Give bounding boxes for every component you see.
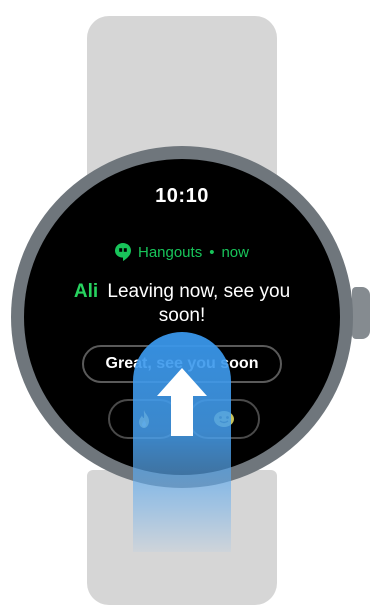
clock-time: 10:10	[155, 185, 209, 207]
watch-crown[interactable]	[352, 287, 370, 339]
message-text: Leaving now, see you soon!	[107, 281, 291, 326]
app-name: Hangouts	[137, 243, 203, 261]
header-separator: •	[209, 243, 215, 261]
sender-name: Ali	[73, 281, 99, 302]
swipe-up-gesture-trail	[133, 332, 231, 552]
notification-header: Hangouts • now	[24, 243, 340, 261]
notification-message[interactable]: Ali Leaving now, see you soon!	[64, 280, 300, 328]
hangouts-icon	[114, 243, 131, 261]
swipe-up-arrow-icon	[157, 368, 207, 436]
notification-timestamp: now	[221, 243, 249, 261]
